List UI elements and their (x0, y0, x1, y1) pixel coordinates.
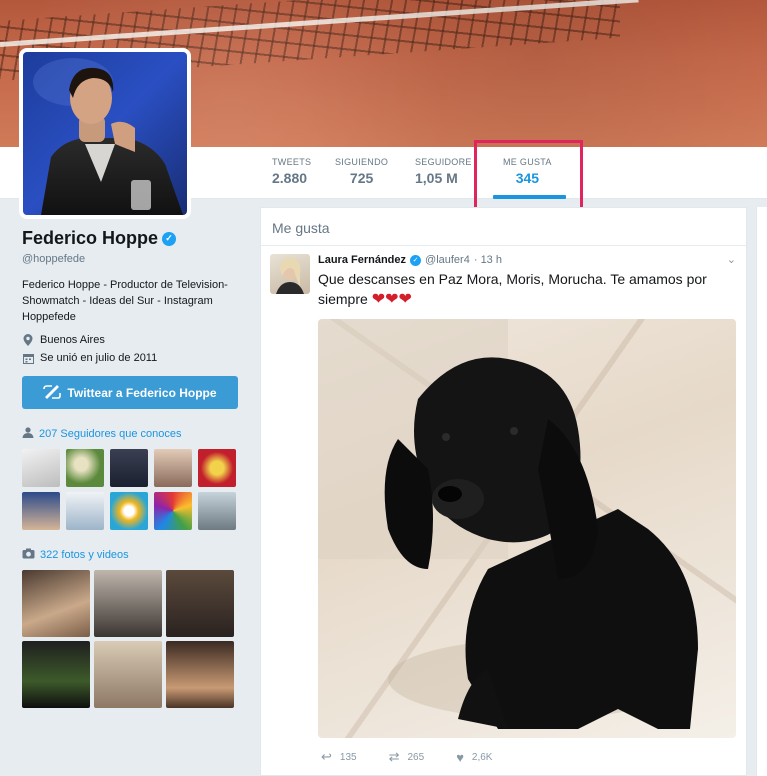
tweet-photo[interactable] (318, 319, 736, 738)
stat-tweets[interactable]: TWEETS 2.880 (272, 157, 311, 186)
profile-bio: Federico Hoppe - Productor de Television… (22, 279, 228, 323)
dog-photo (318, 319, 698, 729)
tweet-actions: ↩ 135 ⇄ 265 ♥ 2,6K (318, 749, 736, 765)
heart-icon: ♥ (456, 749, 464, 765)
tweet-timestamp[interactable]: · 13 h (474, 254, 502, 266)
tweet-header: Laura Fernández ✓ @laufer4 · 13 h (318, 254, 736, 266)
location-pin-icon (22, 334, 34, 346)
follower-avatar[interactable] (110, 449, 148, 487)
person-icon (22, 427, 34, 441)
likes-timeline: Me gusta Laura Fernández ✓ @laufer4 · 13… (260, 207, 747, 776)
follower-avatar[interactable] (66, 492, 104, 530)
follower-avatar[interactable] (198, 492, 236, 530)
photos-grid (22, 570, 244, 708)
followers-you-know-text: 207 Seguidores que conoces (39, 428, 182, 440)
reply-icon: ↩ (321, 749, 332, 764)
followers-you-know-link[interactable]: 207 Seguidores que conoces (22, 427, 244, 441)
retweet-icon: ⇄ (388, 749, 400, 764)
stat-value: 2.880 (272, 170, 308, 186)
photo-thumbnail[interactable] (94, 570, 162, 637)
like-count: 2,6K (471, 751, 493, 763)
photo-thumbnail[interactable] (94, 641, 162, 708)
follower-avatar[interactable] (154, 492, 192, 530)
photo-thumbnail[interactable] (22, 641, 90, 708)
stat-label: SEGUIDORE (415, 157, 472, 167)
follower-avatar[interactable] (22, 449, 60, 487)
location-text: Buenos Aires (40, 334, 105, 346)
profile-joined: Se unió en julio de 2011 (22, 352, 244, 364)
tweet-card[interactable]: Laura Fernández ✓ @laufer4 · 13 h ⌄ Que … (261, 246, 746, 765)
tweet-text: Que descanses en Paz Mora, Moris, Moruch… (318, 269, 736, 310)
tweet-to-button[interactable]: Twittear a Federico Hoppe (22, 376, 238, 409)
stat-value: 725 (349, 170, 374, 186)
stat-followers[interactable]: SEGUIDORE 1,05 M (415, 157, 472, 186)
reply-button[interactable]: ↩ 135 (321, 749, 357, 765)
stat-following[interactable]: SIGUIENDO 725 (335, 157, 388, 186)
like-button[interactable]: ♥ 2,6K (456, 749, 492, 765)
follower-avatar[interactable] (154, 449, 192, 487)
tweet-author-name[interactable]: Laura Fernández (318, 254, 406, 266)
photo-thumbnail[interactable] (166, 641, 234, 708)
profile-name[interactable]: Federico Hoppe (22, 228, 158, 249)
profile-location: Buenos Aires (22, 334, 244, 346)
stat-value: 1,05 M (415, 170, 458, 186)
profile-handle[interactable]: @hoppefede (22, 253, 244, 265)
verified-badge-icon: ✓ (410, 254, 422, 266)
follower-avatar[interactable] (198, 449, 236, 487)
avatar[interactable] (19, 48, 191, 219)
retweet-button[interactable]: ⇄ 265 (389, 749, 425, 765)
follower-avatar[interactable] (110, 492, 148, 530)
heart-emoji: ❤❤❤ (371, 291, 412, 308)
tweet-author-avatar[interactable] (270, 254, 310, 294)
avatar-photo (33, 58, 183, 215)
followers-you-know-grid (22, 449, 244, 530)
chevron-down-icon[interactable]: ⌄ (727, 253, 736, 266)
photo-thumbnail[interactable] (166, 570, 234, 637)
timeline-title: Me gusta (261, 208, 746, 246)
stat-label: SIGUIENDO (335, 157, 389, 167)
joined-text: Se unió en julio de 2011 (40, 352, 158, 364)
profile-card: Federico Hoppe ✓ @hoppefede Federico Hop… (22, 228, 244, 708)
tweet-author-handle[interactable]: @laufer4 (425, 254, 470, 266)
follower-avatar[interactable] (22, 492, 60, 530)
compose-quill-icon (43, 383, 62, 402)
photo-thumbnail[interactable] (22, 570, 90, 637)
tweet-to-label: Twittear a Federico Hoppe (67, 385, 217, 400)
photos-videos-link[interactable]: 322 fotos y videos (22, 548, 244, 562)
right-sidebar-edge (756, 207, 767, 776)
follower-avatar[interactable] (66, 449, 104, 487)
verified-badge-icon: ✓ (162, 231, 177, 246)
profile-name-row: Federico Hoppe ✓ (22, 228, 244, 249)
photos-videos-text: 322 fotos y videos (40, 549, 129, 561)
stat-label: TWEETS (272, 157, 312, 167)
calendar-icon (22, 353, 34, 364)
reply-count: 135 (339, 751, 357, 763)
retweet-count: 265 (407, 751, 425, 763)
camera-icon (22, 548, 35, 562)
